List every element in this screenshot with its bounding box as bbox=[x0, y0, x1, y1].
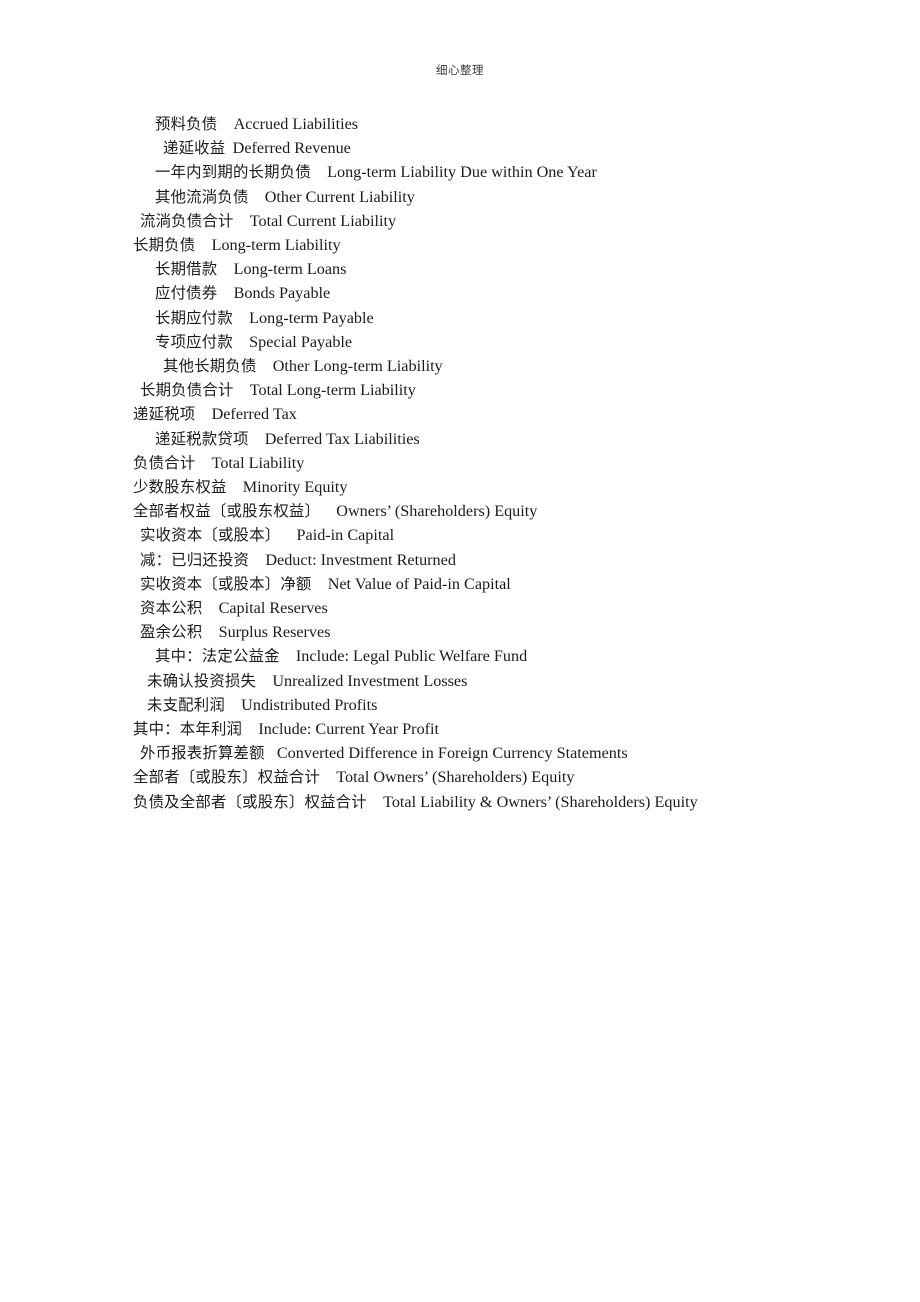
glossary-line: 递延税款贷项 Deferred Tax Liabilities bbox=[133, 427, 833, 451]
glossary-line: 未支配利润 Undistributed Profits bbox=[133, 693, 833, 717]
term-english: Long-term Payable bbox=[249, 308, 374, 327]
glossary-line: 流淌负债合计 Total Current Liability bbox=[133, 209, 833, 233]
term-chinese: 递延税款贷项 bbox=[155, 429, 249, 448]
term-english: Other Long-term Liability bbox=[272, 357, 443, 376]
glossary-line: 应付债券 Bonds Payable bbox=[133, 281, 833, 305]
term-english: Long-term Loans bbox=[233, 260, 347, 279]
term-english: Unrealized Investment Losses bbox=[272, 671, 468, 690]
term-english: Undistributed Profits bbox=[241, 695, 378, 714]
term-chinese: 少数股东权益 bbox=[133, 478, 227, 497]
term-english: Surplus Reserves bbox=[218, 623, 331, 642]
term-chinese: 实收资本〔或股本〕 bbox=[140, 526, 281, 545]
term-chinese: 实收资本〔或股本〕净额 bbox=[140, 574, 312, 593]
term-chinese: 递延收益 bbox=[163, 139, 226, 158]
term-chinese: 资本公积 bbox=[140, 599, 203, 618]
term-chinese: 长期应付款 bbox=[155, 308, 233, 327]
term-english: Paid-in Capital bbox=[296, 526, 395, 545]
term-chinese: 负债合计 bbox=[133, 453, 196, 472]
glossary-line: 资本公积 Capital Reserves bbox=[133, 596, 833, 620]
term-english: Bonds Payable bbox=[233, 284, 331, 303]
term-english: Long-term Liability bbox=[211, 236, 341, 255]
term-chinese: 负债及全部者〔或股东〕权益合计 bbox=[133, 792, 367, 811]
term-english: Deferred Revenue bbox=[232, 139, 351, 158]
term-english: Include: Legal Public Welfare Fund bbox=[295, 647, 528, 666]
term-english: Converted Difference in Foreign Currency… bbox=[276, 744, 628, 763]
term-english: Total Long-term Liability bbox=[249, 381, 416, 400]
term-chinese: 外币报表折算差额 bbox=[140, 744, 265, 763]
term-chinese: 预料负债 bbox=[155, 115, 218, 133]
glossary-line: 一年内到期的长期负债 Long-term Liability Due within… bbox=[133, 160, 833, 184]
glossary-line: 全部者权益〔或股东权益〕 Owners’ (Shareholders) Equit… bbox=[133, 499, 833, 523]
term-english: Total Current Liability bbox=[249, 211, 397, 230]
glossary-line: 预料负债 Accrued Liabilities bbox=[133, 112, 833, 136]
term-english: Minority Equity bbox=[242, 478, 348, 497]
term-chinese: 长期负债 bbox=[133, 236, 196, 255]
glossary-line: 长期应付款 Long-term Payable bbox=[133, 306, 833, 330]
term-english: Include: Current Year Profit bbox=[258, 720, 440, 739]
glossary-line: 其中：本年利润 Include: Current Year Profit bbox=[133, 717, 833, 741]
term-chinese: 一年内到期的长期负债 bbox=[155, 163, 311, 182]
glossary-line: 负债合计 Total Liability bbox=[133, 451, 833, 475]
term-english: Long-term Liability Due within One Year bbox=[327, 163, 597, 182]
term-chinese: 流淌负债合计 bbox=[140, 211, 234, 230]
term-chinese: 盈余公积 bbox=[140, 623, 203, 642]
term-english: Net Value of Paid-in Capital bbox=[327, 574, 511, 593]
term-chinese: 长期借款 bbox=[155, 260, 218, 279]
glossary-line: 长期负债 Long-term Liability bbox=[133, 233, 833, 257]
term-english: Accrued Liabilities bbox=[233, 115, 359, 133]
glossary-line: 负债及全部者〔或股东〕权益合计 Total Liability & Owners’… bbox=[133, 790, 833, 814]
term-chinese: 全部者权益〔或股东权益〕 bbox=[133, 502, 321, 521]
term-chinese: 长期负债合计 bbox=[140, 381, 234, 400]
glossary-line: 专项应付款 Special Payable bbox=[133, 330, 833, 354]
glossary-line: 实收资本〔或股本〕 Paid-in Capital bbox=[133, 523, 833, 547]
term-english: Special Payable bbox=[249, 332, 353, 351]
term-english: Other Current Liability bbox=[264, 187, 415, 206]
term-english: Deferred Tax bbox=[211, 405, 297, 424]
glossary-line: 实收资本〔或股本〕净额 Net Value of Paid-in Capital bbox=[133, 572, 833, 596]
glossary-line: 少数股东权益 Minority Equity bbox=[133, 475, 833, 499]
term-english: Total Owners’ (Shareholders) Equity bbox=[336, 768, 575, 787]
glossary-line: 未确认投资损失 Unrealized Investment Losses bbox=[133, 669, 833, 693]
term-chinese: 其中：本年利润 bbox=[133, 720, 243, 739]
term-chinese: 其他流淌负债 bbox=[155, 187, 249, 206]
glossary-line: 盈余公积 Surplus Reserves bbox=[133, 620, 833, 644]
term-chinese: 专项应付款 bbox=[155, 332, 233, 351]
glossary-line: 其他流淌负债 Other Current Liability bbox=[133, 185, 833, 209]
term-chinese: 递延税项 bbox=[133, 405, 196, 424]
term-chinese: 未支配利润 bbox=[147, 695, 225, 714]
term-english: Deferred Tax Liabilities bbox=[264, 429, 420, 448]
term-chinese: 应付债券 bbox=[155, 284, 218, 303]
glossary-line: 减：已归还投资 Deduct: Investment Returned bbox=[133, 548, 833, 572]
glossary-line: 递延税项 Deferred Tax bbox=[133, 402, 833, 426]
glossary-line: 其他长期负债 Other Long-term Liability bbox=[133, 354, 833, 378]
page-header-text: 细心整理 bbox=[436, 63, 484, 77]
term-chinese: 未确认投资损失 bbox=[147, 671, 257, 690]
glossary-line: 全部者〔或股东〕权益合计 Total Owners’ (Shareholders)… bbox=[133, 765, 833, 789]
term-english: Total Liability & Owners’ (Shareholders)… bbox=[383, 792, 698, 811]
term-english: Deduct: Investment Returned bbox=[265, 550, 456, 569]
term-chinese: 其他长期负债 bbox=[163, 357, 257, 376]
glossary-line: 递延收益 Deferred Revenue bbox=[133, 136, 833, 160]
glossary-line: 长期负债合计 Total Long-term Liability bbox=[133, 378, 833, 402]
glossary-line: 外币报表折算差额 Converted Difference in Foreign … bbox=[133, 741, 833, 765]
term-english: Capital Reserves bbox=[218, 599, 328, 618]
glossary-list: 预料负债 Accrued Liabilities 递延收益 Deferred Reve… bbox=[133, 112, 833, 814]
glossary-line: 其中：法定公益金 Include: Legal Public Welfare Fu… bbox=[133, 644, 833, 668]
term-chinese: 其中：法定公益金 bbox=[155, 647, 280, 666]
glossary-line: 长期借款 Long-term Loans bbox=[133, 257, 833, 281]
document-page: 细心整理 预料负债 Accrued Liabilities 递延收益 Deferred… bbox=[0, 0, 920, 1302]
term-chinese: 全部者〔或股东〕权益合计 bbox=[133, 768, 321, 787]
term-chinese: 减：已归还投资 bbox=[140, 550, 250, 569]
term-english: Total Liability bbox=[211, 453, 305, 472]
term-english: Owners’ (Shareholders) Equity bbox=[336, 502, 538, 521]
